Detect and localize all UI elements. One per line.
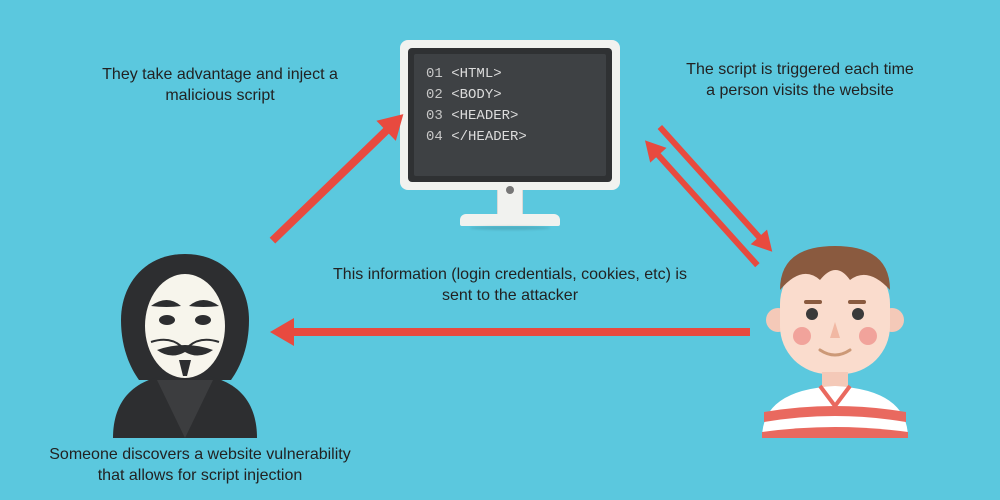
code-txt-2: <BODY> [451, 87, 501, 103]
code-txt-4: </HEADER> [451, 129, 527, 145]
label-trigger: The script is triggered each time a pers… [680, 60, 920, 102]
code-line-3: 03 <HEADER> [426, 106, 594, 127]
code-txt-3: <HEADER> [451, 108, 518, 124]
code-txt-1: <HTML> [451, 66, 501, 82]
code-line-4: 04 </HEADER> [426, 127, 594, 148]
label-send: This information (login credentials, coo… [330, 265, 690, 307]
arrow-computer-user-bidirectional [601, 86, 799, 284]
user-icon [750, 240, 920, 440]
hacker-icon [95, 250, 275, 440]
code-num-4: 04 [426, 129, 451, 145]
monitor-screen: 01 <HTML> 02 <BODY> 03 <HEADER> 04 </HEA… [414, 54, 606, 176]
monitor-frame: 01 <HTML> 02 <BODY> 03 <HEADER> 04 </HEA… [400, 40, 620, 190]
code-num-1: 01 [426, 66, 451, 82]
hacker-illustration [95, 250, 275, 445]
computer-illustration: 01 <HTML> 02 <BODY> 03 <HEADER> 04 </HEA… [400, 40, 620, 226]
arrow-user-to-hacker [270, 322, 740, 342]
code-line-1: 01 <HTML> [426, 64, 594, 85]
monitor-bezel: 01 <HTML> 02 <BODY> 03 <HEADER> 04 </HEA… [408, 48, 612, 182]
monitor-base [460, 214, 560, 226]
user-illustration [750, 240, 920, 445]
code-line-2: 02 <BODY> [426, 85, 594, 106]
label-discover: Someone discovers a website vulnerabilit… [40, 445, 360, 487]
monitor-led [506, 186, 514, 194]
code-num-3: 03 [426, 108, 451, 124]
code-num-2: 02 [426, 87, 451, 103]
label-inject: They take advantage and inject a malicio… [100, 65, 340, 107]
